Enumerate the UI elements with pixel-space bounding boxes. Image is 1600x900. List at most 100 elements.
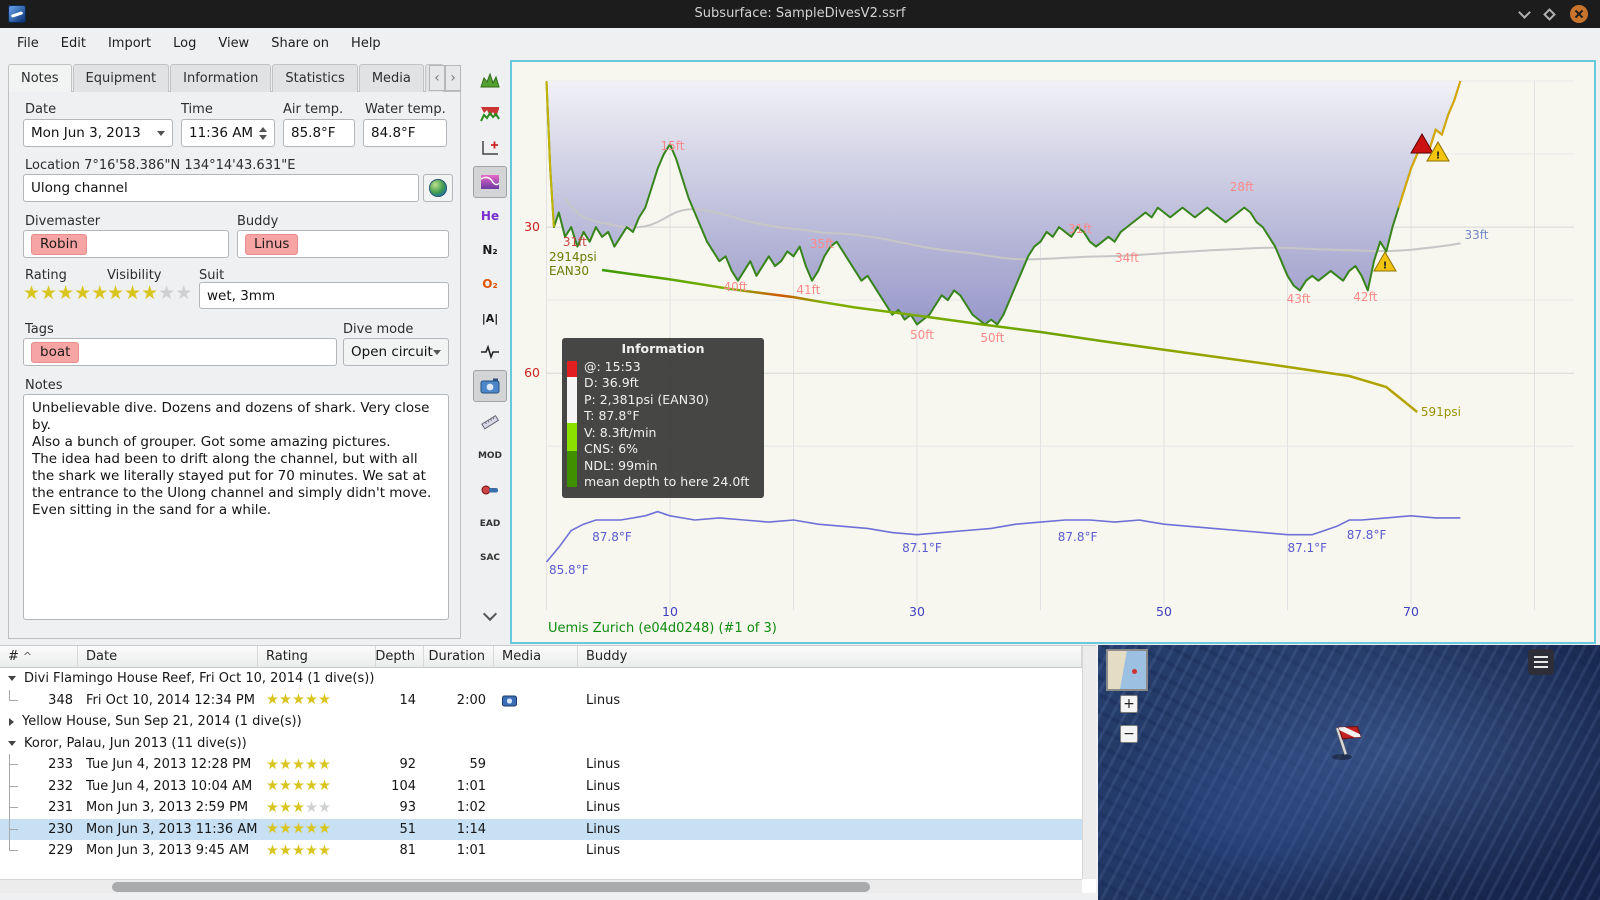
profile-annotation: 35ft bbox=[810, 237, 834, 251]
map-menu-button[interactable] bbox=[1528, 649, 1554, 675]
dive-rating-stars: ★ ★ ★ ★ ★ bbox=[266, 799, 331, 816]
horizontal-scrollbar[interactable] bbox=[0, 879, 1082, 893]
column-header-media[interactable]: Media bbox=[494, 646, 578, 667]
spin-up-icon[interactable] bbox=[259, 126, 267, 132]
expander-icon[interactable] bbox=[8, 676, 16, 682]
column-header-depth[interactable]: Depth bbox=[375, 646, 424, 667]
info-row: P: 2,381psi (EAN30) bbox=[584, 391, 709, 407]
menu-file[interactable]: File bbox=[6, 32, 50, 55]
sort-indicator-icon: ^ bbox=[22, 650, 33, 663]
column-header-date[interactable]: Date bbox=[78, 646, 258, 667]
menu-log[interactable]: Log bbox=[162, 32, 207, 55]
menu-edit[interactable]: Edit bbox=[50, 32, 97, 55]
profile-annotation: 2914psi bbox=[549, 250, 597, 264]
profile-toggle-icon[interactable] bbox=[473, 64, 507, 96]
globe-button[interactable] bbox=[423, 174, 453, 202]
dive-row[interactable]: 230 Mon Jun 3, 2013 11:36 AM ★ ★ ★ ★ ★ 51 1:14 Li… bbox=[0, 818, 1082, 840]
dive-row[interactable]: 348 Fri Oct 10, 2014 12:34 PM ★ ★ ★ ★ ★ 14 2:00 L… bbox=[0, 689, 1082, 712]
star-icon: ★ bbox=[305, 799, 318, 816]
dive-number: 348 bbox=[48, 692, 73, 708]
dive-row[interactable]: 233 Tue Jun 4, 2013 12:28 PM ★ ★ ★ ★ ★ 92 59 Linu… bbox=[0, 754, 1082, 776]
menubar: File Edit Import Log View Share on Help bbox=[0, 28, 1600, 58]
scooter-icon[interactable] bbox=[473, 474, 507, 506]
tab-scroll-right-icon[interactable]: › bbox=[445, 65, 461, 91]
date-select[interactable]: Mon Jun 3, 2013 bbox=[23, 119, 173, 147]
tags-field[interactable]: boat bbox=[23, 338, 337, 366]
dive-row[interactable]: 232 Tue Jun 4, 2013 10:04 AM ★ ★ ★ ★ ★ 104 1:01 L… bbox=[0, 775, 1082, 798]
expander-icon[interactable] bbox=[9, 717, 14, 726]
helium-graph-icon[interactable]: He bbox=[473, 200, 507, 232]
spin-down-icon[interactable] bbox=[259, 134, 267, 140]
water-temp-field[interactable]: 84.8°F bbox=[363, 119, 447, 147]
info-row: @: 15:53 bbox=[584, 358, 641, 374]
buddy-field[interactable]: Linus bbox=[237, 230, 449, 258]
visibility-stars[interactable]: ★ ★ ★ ★ ★ bbox=[107, 284, 192, 303]
dive-date: Fri Oct 10, 2014 12:34 PM bbox=[86, 692, 255, 708]
dive-buddy: Linus bbox=[586, 757, 621, 773]
close-button[interactable] bbox=[1570, 5, 1588, 23]
increments-toggle-icon[interactable] bbox=[473, 132, 507, 164]
column-header-duration[interactable]: Duration bbox=[424, 646, 494, 667]
zoom-out-button[interactable]: − bbox=[1120, 725, 1138, 743]
overview-map-inset[interactable] bbox=[1106, 649, 1148, 691]
tab-equipment[interactable]: Equipment bbox=[72, 64, 170, 92]
maximize-button[interactable] bbox=[1543, 7, 1556, 21]
location-input[interactable]: Ulong channel bbox=[23, 174, 419, 202]
titlebar[interactable]: Subsurface: SampleDivesV2.ssrf bbox=[0, 0, 1600, 28]
menu-share-on[interactable]: Share on bbox=[260, 32, 340, 55]
suit-field[interactable]: wet, 3mm bbox=[199, 282, 449, 309]
vertical-scrollbar[interactable] bbox=[1082, 646, 1096, 879]
ceiling-toggle-icon[interactable] bbox=[473, 98, 507, 130]
tab-notes[interactable]: Notes bbox=[8, 64, 72, 92]
trip-row[interactable]: Koror, Palau, Jun 2013 (11 dive(s)) bbox=[0, 733, 1082, 755]
info-legend-bar bbox=[567, 361, 577, 487]
menu-import[interactable]: Import bbox=[97, 32, 162, 55]
star-icon: ★ bbox=[91, 282, 109, 304]
heart-rate-icon[interactable] bbox=[473, 336, 507, 368]
ead-icon[interactable]: EAD bbox=[473, 508, 507, 540]
star-icon: ★ bbox=[292, 842, 305, 859]
dive-mode-select[interactable]: Open circuit bbox=[343, 338, 449, 366]
tree-branch bbox=[9, 689, 25, 712]
tab-media[interactable]: Media bbox=[358, 64, 424, 92]
oxygen-graph-icon[interactable]: O₂ bbox=[473, 268, 507, 300]
profile-annotation: 591psi bbox=[1421, 405, 1461, 419]
dive-row[interactable]: 229 Mon Jun 3, 2013 9:45 AM ★ ★ ★ ★ ★ 81 1:01 Lin… bbox=[0, 840, 1082, 862]
menu-view[interactable]: View bbox=[207, 32, 260, 55]
star-icon: ★ bbox=[279, 799, 292, 816]
rating-stars[interactable]: ★ ★ ★ ★ ★ bbox=[23, 284, 108, 303]
nitrogen-graph-icon[interactable]: N₂ bbox=[473, 234, 507, 266]
dive-flag-marker[interactable] bbox=[1320, 719, 1366, 765]
time-spinner[interactable]: 11:36 AM bbox=[181, 119, 275, 147]
zoom-in-button[interactable]: + bbox=[1120, 695, 1138, 713]
expander-icon[interactable] bbox=[8, 740, 16, 746]
star-icon: ★ bbox=[292, 692, 305, 709]
air-temp-field[interactable]: 85.8°F bbox=[283, 119, 355, 147]
trip-row[interactable]: Divi Flamingo House Reef, Fri Oct 10, 20… bbox=[0, 668, 1082, 690]
star-icon: ★ bbox=[305, 756, 318, 773]
tab-statistics[interactable]: Statistics bbox=[272, 64, 358, 92]
mod-icon[interactable]: MOD bbox=[473, 440, 507, 472]
photos-toggle-icon[interactable] bbox=[473, 370, 507, 402]
dive-row[interactable]: 231 Mon Jun 3, 2013 2:59 PM ★ ★ ★ ★ ★ 93 1:02 Lin… bbox=[0, 797, 1082, 819]
menu-help[interactable]: Help bbox=[340, 32, 392, 55]
tab-information[interactable]: Information bbox=[170, 64, 272, 92]
tab-scroll-left-icon[interactable]: ‹ bbox=[429, 65, 445, 91]
info-row: mean depth to here 24.0ft bbox=[584, 474, 750, 489]
sac-icon[interactable]: SAC bbox=[473, 542, 507, 574]
minimize-button[interactable] bbox=[1518, 5, 1531, 19]
ruler-icon[interactable] bbox=[473, 406, 507, 438]
air-graph-icon[interactable]: |A| bbox=[473, 302, 507, 334]
column-header-num[interactable]: # ^ bbox=[0, 646, 78, 667]
notes-textarea[interactable]: Unbelievable dive. Dozens and dozens of … bbox=[23, 394, 449, 620]
dive-site-map[interactable]: + − bbox=[1098, 645, 1600, 900]
trip-row[interactable]: Yellow House, Sun Sep 21, 2014 (1 dive(s… bbox=[0, 711, 1082, 733]
divemaster-field[interactable]: Robin bbox=[23, 230, 229, 258]
column-header-rating[interactable]: Rating bbox=[258, 646, 376, 667]
tissue-heatmap-icon[interactable] bbox=[473, 166, 507, 198]
dive-profile-panel[interactable]: !! 31ft 2914psi EAN30 15ft 40ft 41ft 35ft 50ft 5… bbox=[510, 60, 1596, 644]
column-header-buddy[interactable]: Buddy bbox=[578, 646, 1082, 667]
scrollbar-thumb[interactable] bbox=[112, 882, 870, 892]
profile-annotation: 85.8°F bbox=[549, 563, 589, 577]
collapse-profile-icon[interactable] bbox=[473, 600, 507, 632]
